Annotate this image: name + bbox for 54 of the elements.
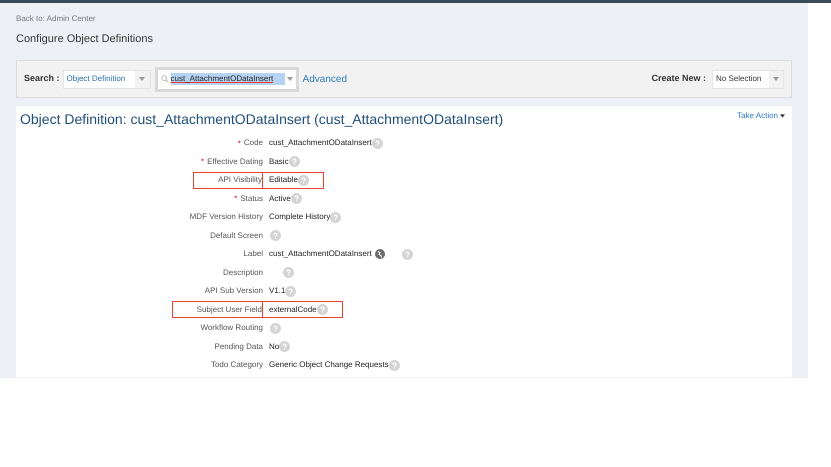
help-icon[interactable] xyxy=(298,174,309,186)
create-new-select[interactable]: No Selection xyxy=(712,70,784,88)
advanced-link[interactable]: Advanced xyxy=(302,72,348,86)
help-icon[interactable] xyxy=(288,156,300,168)
field-label: Workflow Routing xyxy=(200,322,263,334)
help-icon[interactable] xyxy=(270,322,281,334)
field-value: V1.1 xyxy=(269,285,286,298)
field-label: Subject User Field xyxy=(196,304,262,316)
search-icon xyxy=(160,75,169,83)
field-value: externalCode xyxy=(269,304,317,316)
search-label: Search : xyxy=(24,72,60,86)
field-label: Code xyxy=(244,137,263,150)
field-value: No xyxy=(269,340,280,353)
help-icon[interactable] xyxy=(316,304,328,316)
caret-icon xyxy=(780,114,785,118)
field-label: Pending Data xyxy=(214,340,263,353)
help-icon[interactable] xyxy=(388,360,400,371)
help-icon[interactable] xyxy=(283,267,294,278)
required-marker: * xyxy=(234,193,238,206)
field-label: Description xyxy=(222,266,263,279)
object-title: Object Definition: cust_AttachmentODataInsert (cust_AttachmentODataInsert) xyxy=(20,110,504,128)
take-action-button[interactable]: Take Action xyxy=(737,110,785,122)
field-value: cust_AttachmentODataInsert xyxy=(269,137,372,150)
create-new-label: Create New : xyxy=(651,72,706,86)
field-value: Complete History xyxy=(269,211,330,224)
help-icon[interactable] xyxy=(279,341,290,352)
type-select[interactable]: Object Definition xyxy=(62,70,151,88)
caret-icon xyxy=(773,77,779,81)
caret-icon xyxy=(286,77,293,81)
field-label: Todo Category xyxy=(210,359,263,372)
help-icon[interactable] xyxy=(285,286,296,297)
field-label: API Visibility xyxy=(218,174,262,186)
field-value: Active xyxy=(269,192,291,205)
field-value: Generic Object Change Requests xyxy=(269,359,389,372)
help-icon[interactable] xyxy=(372,138,383,149)
help-icon[interactable] xyxy=(270,230,281,242)
field-label: MDF Version History xyxy=(190,211,263,224)
page-title: Configure Object Definitions xyxy=(16,32,153,46)
field-value: Editable xyxy=(269,174,298,186)
back-link[interactable]: Back to: Admin Center xyxy=(16,14,96,24)
help-icon[interactable] xyxy=(330,212,342,223)
caret-icon xyxy=(139,77,146,81)
required-marker: * xyxy=(200,156,204,168)
help-icon[interactable] xyxy=(402,248,413,260)
help-icon[interactable] xyxy=(290,193,302,204)
field-value: cust_AttachmentODataInsert xyxy=(269,248,372,260)
field-value: Basic xyxy=(269,156,289,168)
field-label: Status xyxy=(240,192,263,205)
required-marker: * xyxy=(238,138,241,150)
object-search-field[interactable]: cust_AttachmentODataInsert xyxy=(158,70,296,88)
field-label: API Sub Version xyxy=(204,285,263,298)
field-label: Effective Dating xyxy=(207,156,263,168)
field-label: Default Screen xyxy=(210,230,263,242)
field-label: Label xyxy=(243,248,263,260)
